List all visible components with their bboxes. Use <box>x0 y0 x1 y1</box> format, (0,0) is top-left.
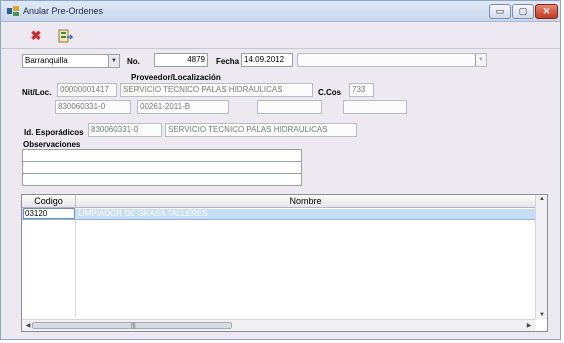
esporadicos-id-field[interactable]: 830060331-0 <box>88 123 162 137</box>
close-button[interactable]: ✕ <box>535 4 558 19</box>
scroll-up-icon[interactable]: ▲ <box>537 196 547 202</box>
ccos-field[interactable]: 733 <box>349 83 374 97</box>
scroll-right-icon[interactable]: ▶ <box>524 322 534 329</box>
column-header-nombre[interactable]: Nombre <box>76 195 536 208</box>
proveedor-name-field[interactable]: SERVICIO TECNICO PALAS HIDRAULICAS <box>120 83 313 97</box>
ccos-label: C.Cos <box>318 88 342 97</box>
scroll-thumb[interactable]: ||| <box>32 322 232 329</box>
anular-pre-ordenes-window: Anular Pre-Ordenes ▭ ▢ ✕ ✖ Barranquilla … <box>0 0 561 340</box>
esporadicos-label: Id. Esporádicos <box>24 128 84 137</box>
nit-label: Nit/Loc. <box>22 88 52 97</box>
maximize-button[interactable]: ▢ <box>512 4 534 19</box>
fecha-field[interactable]: 14.09.2012 <box>241 53 293 67</box>
window-title: Anular Pre-Ordenes <box>23 6 104 16</box>
no-field[interactable]: 4879 <box>154 53 208 67</box>
fecha-label: Fecha <box>216 57 240 66</box>
chevron-down-icon[interactable]: ▼ <box>108 55 119 67</box>
code-field[interactable]: 00261-2011-B <box>137 100 229 114</box>
column-divider <box>75 209 76 317</box>
x-icon[interactable]: ✖ <box>28 28 44 44</box>
scroll-grip: ||| <box>131 323 136 329</box>
export-icon[interactable] <box>57 28 73 44</box>
vertical-scrollbar[interactable]: ▲ ▼ <box>535 195 547 319</box>
branch-value: Barranquilla <box>25 56 68 65</box>
horizontal-scrollbar[interactable]: ◀ ||| ▶ <box>22 319 535 331</box>
proveedor-section-label: Proveedor/Localización <box>131 73 221 82</box>
app-icon <box>7 6 19 16</box>
extra-select[interactable] <box>297 53 487 67</box>
no-label: No. <box>127 57 140 66</box>
nit-field[interactable]: 00000001417 <box>57 83 117 97</box>
toolbar-separator <box>1 48 560 49</box>
column-header-codigo[interactable]: Codigo <box>22 195 76 208</box>
cell-codigo[interactable]: 03120 <box>23 208 75 219</box>
esporadicos-name-field[interactable]: SERVICIO TECNICO PALAS HIDRAULICAS <box>165 123 357 137</box>
branch-select[interactable]: Barranquilla <box>22 54 120 68</box>
title-bar: Anular Pre-Ordenes ▭ ▢ ✕ <box>1 1 560 22</box>
chevron-down-icon[interactable]: ▼ <box>475 54 486 66</box>
table-row[interactable]: 03120 LIMPIADOR DE GRASA TALLERES <box>22 208 536 220</box>
minimize-button[interactable]: ▭ <box>489 4 511 19</box>
extra-field-1[interactable] <box>257 100 322 114</box>
observaciones-line-3[interactable] <box>22 173 302 186</box>
scroll-down-icon[interactable]: ▼ <box>537 312 547 318</box>
cell-nombre[interactable]: LIMPIADOR DE GRASA TALLERES <box>78 209 528 219</box>
items-grid[interactable]: Codigo Nombre 03120 LIMPIADOR DE GRASA T… <box>21 194 548 332</box>
extra-field-2[interactable] <box>343 100 407 114</box>
nit2-field[interactable]: 830060331-0 <box>55 100 131 114</box>
observaciones-label: Observaciones <box>23 140 81 149</box>
